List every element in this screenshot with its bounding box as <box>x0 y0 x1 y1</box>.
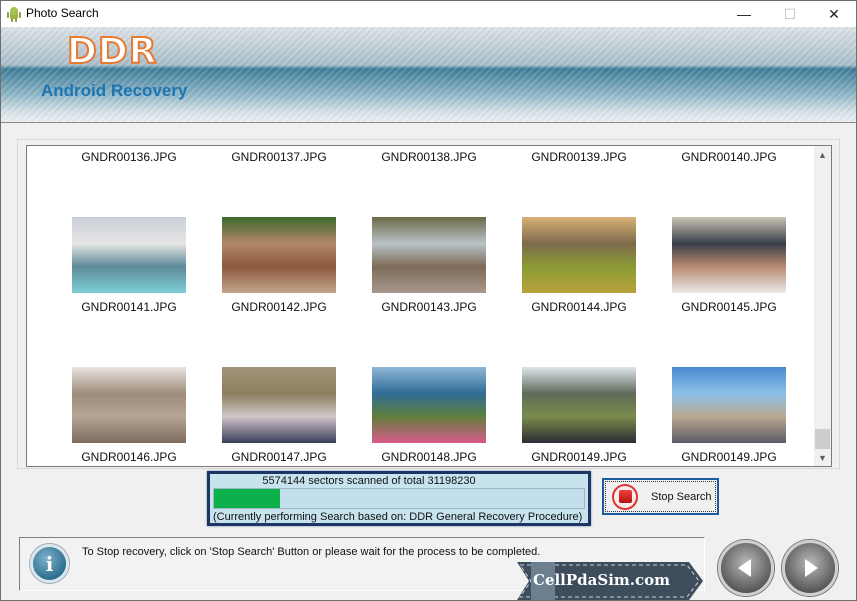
close-icon: ✕ <box>828 5 840 22</box>
photo-thumbnail[interactable] <box>72 367 186 443</box>
photo-thumbnail[interactable] <box>372 217 486 293</box>
photo-filename: GNDR00145.JPG <box>681 300 777 314</box>
photo-thumbnail[interactable] <box>672 217 786 293</box>
minimize-button[interactable]: — <box>721 1 767 27</box>
scan-progress-panel: 5574144 sectors scanned of total 3119823… <box>207 471 591 526</box>
scroll-thumb[interactable] <box>815 429 830 449</box>
photo-search-window: Photo Search — ☐ ✕ DDR Android Recovery … <box>0 0 857 601</box>
photo-filename: GNDR00136.JPG <box>81 150 177 164</box>
chevron-down-icon: ▼ <box>818 452 827 463</box>
photo-filename: GNDR00138.JPG <box>381 150 477 164</box>
progress-bar-fill <box>214 489 281 508</box>
stop-icon <box>612 483 638 510</box>
photo-thumbnail[interactable] <box>522 217 636 293</box>
back-button[interactable] <box>718 540 774 596</box>
maximize-icon: ☐ <box>783 5 797 22</box>
watermark-text: CellPdaSim.com <box>533 571 670 589</box>
photo-filename: GNDR00139.JPG <box>531 150 627 164</box>
photo-thumbnail[interactable] <box>222 367 336 443</box>
photo-filename: GNDR00144.JPG <box>531 300 627 314</box>
photo-filename: GNDR00149.JPG <box>681 450 777 464</box>
photo-filename: GNDR00149.JPG <box>531 450 627 464</box>
photo-filename: GNDR00146.JPG <box>81 450 177 464</box>
photo-filename: GNDR00141.JPG <box>81 300 177 314</box>
search-procedure-note: (Currently performing Search based on: D… <box>213 511 583 523</box>
scroll-up-button[interactable]: ▲ <box>814 146 831 163</box>
photo-filename: GNDR00148.JPG <box>381 450 477 464</box>
next-button[interactable] <box>782 540 838 596</box>
title-bar: Photo Search — ☐ ✕ <box>1 1 856 27</box>
photo-thumbnail[interactable] <box>372 367 486 443</box>
photo-gallery[interactable]: GNDR00136.JPG GNDR00137.JPG GNDR00138.JPG G… <box>26 145 832 467</box>
photo-thumbnail[interactable] <box>222 217 336 293</box>
maximize-button[interactable]: ☐ <box>767 1 813 27</box>
info-icon: i <box>30 544 69 583</box>
progress-bar <box>213 488 585 509</box>
close-button[interactable]: ✕ <box>811 1 857 27</box>
stop-search-button[interactable]: Stop Search <box>602 478 719 515</box>
photo-thumbnail[interactable] <box>522 367 636 443</box>
vertical-scrollbar[interactable]: ▲ ▼ <box>814 146 831 466</box>
photo-filename: GNDR00142.JPG <box>231 300 327 314</box>
window-title: Photo Search <box>26 6 99 20</box>
photo-filename: GNDR00147.JPG <box>231 450 327 464</box>
scroll-down-button[interactable]: ▼ <box>814 449 831 466</box>
android-app-icon <box>7 7 21 22</box>
photo-thumbnail[interactable] <box>672 367 786 443</box>
next-arrow-icon <box>805 559 818 577</box>
stop-search-label: Stop Search <box>651 490 712 503</box>
minimize-icon: — <box>737 6 751 22</box>
photo-filename: GNDR00137.JPG <box>231 150 327 164</box>
chevron-up-icon: ▲ <box>818 149 827 160</box>
photo-filename: GNDR00140.JPG <box>681 150 777 164</box>
photo-filename: GNDR00143.JPG <box>381 300 477 314</box>
sectors-scanned-status: 5574144 sectors scanned of total 3119823… <box>262 475 476 487</box>
brand-logo: DDR <box>66 30 158 73</box>
photo-thumbnail[interactable] <box>72 217 186 293</box>
info-message: To Stop recovery, click on 'Stop Search'… <box>82 546 541 558</box>
back-arrow-icon <box>738 559 751 577</box>
product-name: Android Recovery <box>41 81 188 100</box>
header-banner: DDR Android Recovery <box>1 27 856 123</box>
